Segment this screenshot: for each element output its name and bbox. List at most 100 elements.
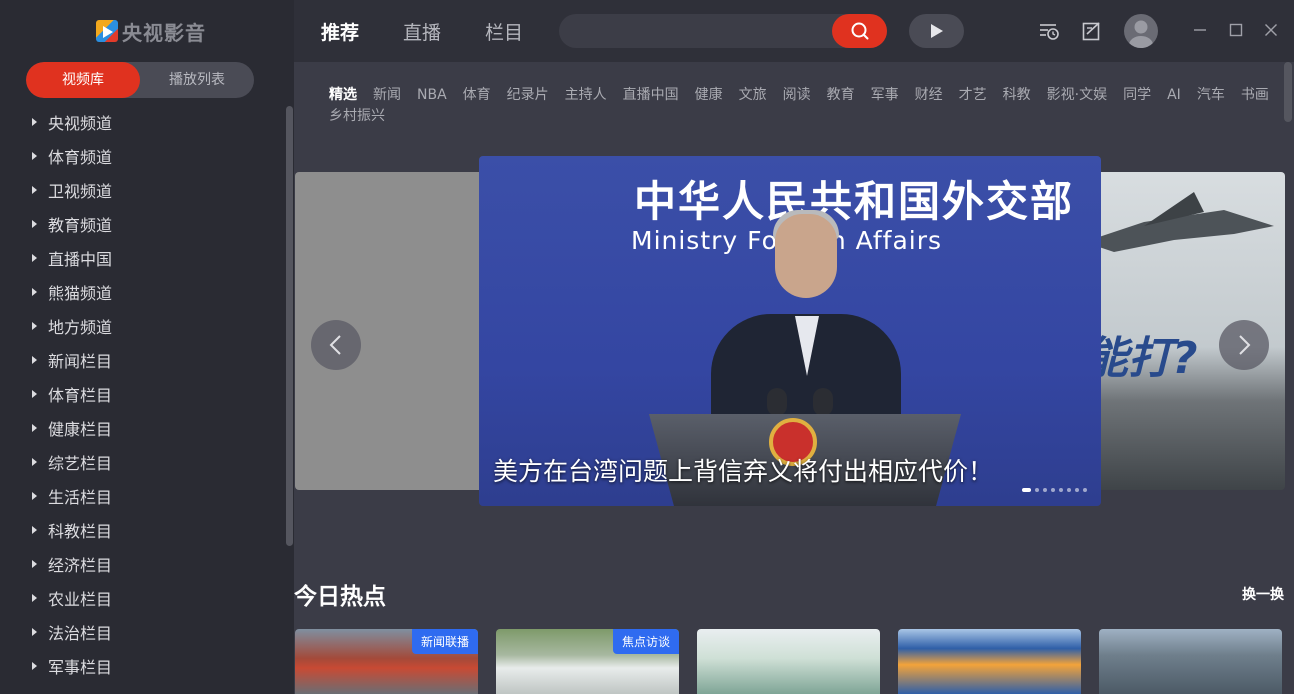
caret-right-icon <box>32 628 37 636</box>
tab-columns[interactable]: 栏目 <box>485 18 523 45</box>
category-tab[interactable]: 阅读 <box>783 86 811 104</box>
category-tab[interactable]: 同学 <box>1123 86 1151 104</box>
carousel-dot[interactable] <box>1043 488 1047 492</box>
hot-video-card[interactable] <box>1099 629 1282 694</box>
carousel-dot[interactable] <box>1035 488 1039 492</box>
search-icon <box>851 22 868 40</box>
sidebar-item[interactable]: 新闻栏目 <box>32 343 272 377</box>
backdrop-title: 中华人民共和国外交部 <box>634 177 1075 226</box>
user-avatar[interactable] <box>1124 14 1158 48</box>
carousel-dot[interactable] <box>1059 488 1063 492</box>
category-tab[interactable]: 精选 <box>329 86 357 104</box>
sidebar-item[interactable]: 熊猫频道 <box>32 275 272 309</box>
caret-right-icon <box>32 424 37 432</box>
category-bar: 精选 新闻 NBA 体育 纪录片 主持人 直播中国 健康 文旅 阅读 教育 军事 财经 才艺 科教 影视·文娱… <box>329 86 1279 125</box>
carousel-next-button[interactable] <box>1219 320 1269 370</box>
sidebar-channel-list: 央视频道体育频道卫视频道教育频道直播中国熊猫频道地方频道 新闻栏目 体育栏目 健康栏目… <box>32 105 272 683</box>
close-icon[interactable] <box>1261 20 1281 40</box>
sidebar-item[interactable]: 地方频道 <box>32 309 272 343</box>
sidebar-item-label: 体育频道 <box>48 148 113 167</box>
sidebar-scrollbar[interactable] <box>286 106 293 546</box>
tab-live[interactable]: 直播 <box>403 18 441 45</box>
category-tab[interactable]: 财经 <box>915 86 943 104</box>
tab-recommend[interactable]: 推荐 <box>321 18 359 45</box>
category-tab[interactable]: 主持人 <box>565 86 607 104</box>
category-tab[interactable]: AI <box>1167 86 1181 104</box>
hot-video-card[interactable] <box>898 629 1081 694</box>
logo-text: 央视影音 <box>122 20 206 45</box>
sidebar-item[interactable]: 体育频道 <box>32 139 272 173</box>
minimize-icon[interactable] <box>1190 20 1210 40</box>
sidebar-item-label: 法治栏目 <box>48 624 113 643</box>
category-tab[interactable]: 汽车 <box>1197 86 1225 104</box>
hot-video-card[interactable]: 焦点访谈 <box>496 629 679 694</box>
category-tab[interactable]: 军事 <box>871 86 899 104</box>
jet-image <box>1084 192 1274 252</box>
carousel-slide-current[interactable]: 中华人民共和国外交部 Ministry Foreign Affairs 美方在台… <box>479 156 1101 506</box>
sidebar-item[interactable]: 央视频道 <box>32 105 272 139</box>
tab-video-library[interactable]: 视频库 <box>26 62 140 98</box>
category-tab[interactable]: 才艺 <box>959 86 987 104</box>
sidebar-item[interactable]: 综艺栏目 <box>32 445 272 479</box>
sidebar-item[interactable]: 农业栏目 <box>32 581 272 615</box>
category-tab[interactable]: 乡村振兴 <box>329 107 385 125</box>
category-tab[interactable]: 体育 <box>463 86 491 104</box>
sidebar-item[interactable]: 生活栏目 <box>32 479 272 513</box>
microphone-icon <box>813 388 833 416</box>
carousel-dot[interactable] <box>1022 488 1031 492</box>
category-tab[interactable]: 教育 <box>827 86 855 104</box>
edit-icon[interactable] <box>1081 20 1103 42</box>
sidebar-item[interactable]: 科教栏目 <box>32 513 272 547</box>
category-tab[interactable]: 科教 <box>1003 86 1031 104</box>
hot-video-card[interactable]: 新闻联播 <box>295 629 478 694</box>
chevron-left-icon <box>329 335 341 355</box>
category-tab[interactable]: 影视·文娱 <box>1047 86 1107 104</box>
caret-right-icon <box>32 118 37 126</box>
sidebar-item[interactable]: 教育频道 <box>32 207 272 241</box>
sidebar-item[interactable]: 军事栏目 <box>32 649 272 683</box>
hot-video-card[interactable] <box>697 629 880 694</box>
history-icon[interactable] <box>1038 20 1060 42</box>
sidebar-item-label: 经济栏目 <box>48 556 113 575</box>
category-tab[interactable]: 新闻 <box>373 86 401 104</box>
carousel-dot[interactable] <box>1075 488 1079 492</box>
category-tab[interactable]: NBA <box>417 86 447 104</box>
caret-right-icon <box>32 458 37 466</box>
sidebar-item-label: 熊猫频道 <box>48 284 113 303</box>
caret-right-icon <box>32 526 37 534</box>
sidebar-item[interactable]: 卫视频道 <box>32 173 272 207</box>
category-tab[interactable]: 文旅 <box>739 86 767 104</box>
refresh-button[interactable]: 换一换 <box>1242 584 1284 604</box>
carousel-dots <box>1022 488 1087 492</box>
slide-caption: 美方在台湾问题上背信弃义将付出相应代价！ <box>493 457 994 486</box>
main-content: 精选 新闻 NBA 体育 纪录片 主持人 直播中国 健康 文旅 阅读 教育 军事 财经 才艺 科教 影视·文娱… <box>294 62 1294 694</box>
sidebar-item[interactable]: 经济栏目 <box>32 547 272 581</box>
sidebar-item[interactable]: 体育栏目 <box>32 377 272 411</box>
carousel-prev-button[interactable] <box>311 320 361 370</box>
sidebar-item-label: 央视频道 <box>48 114 113 133</box>
sidebar-item-label: 农业栏目 <box>48 590 113 609</box>
main-scrollbar[interactable] <box>1284 62 1292 122</box>
carousel-dot[interactable] <box>1083 488 1087 492</box>
sidebar-item[interactable]: 法治栏目 <box>32 615 272 649</box>
category-tab[interactable]: 书画 <box>1241 86 1269 104</box>
play-button[interactable] <box>909 14 964 48</box>
sidebar-item-label: 教育频道 <box>48 216 113 235</box>
maximize-icon[interactable] <box>1226 20 1246 40</box>
caret-right-icon <box>32 220 37 228</box>
slide-right-text: 能打? <box>1084 333 1198 384</box>
sidebar-item[interactable]: 直播中国 <box>32 241 272 275</box>
carousel-dot[interactable] <box>1051 488 1055 492</box>
category-tab[interactable]: 纪录片 <box>507 86 549 104</box>
logo-icon <box>96 20 118 42</box>
sidebar-item-label: 军事栏目 <box>48 658 113 677</box>
carousel-dot[interactable] <box>1067 488 1071 492</box>
sidebar-item[interactable]: 健康栏目 <box>32 411 272 445</box>
category-tab[interactable]: 直播中国 <box>623 86 679 104</box>
user-icon <box>1129 20 1153 48</box>
category-tab[interactable]: 健康 <box>695 86 723 104</box>
tab-playlist[interactable]: 播放列表 <box>140 62 254 98</box>
microphone-icon <box>767 388 787 416</box>
sidebar: 央视影音 视频库 播放列表 央视频道体育频道卫视频道教育频道直播中国熊猫频道地方… <box>0 0 294 694</box>
search-button[interactable] <box>832 14 887 48</box>
